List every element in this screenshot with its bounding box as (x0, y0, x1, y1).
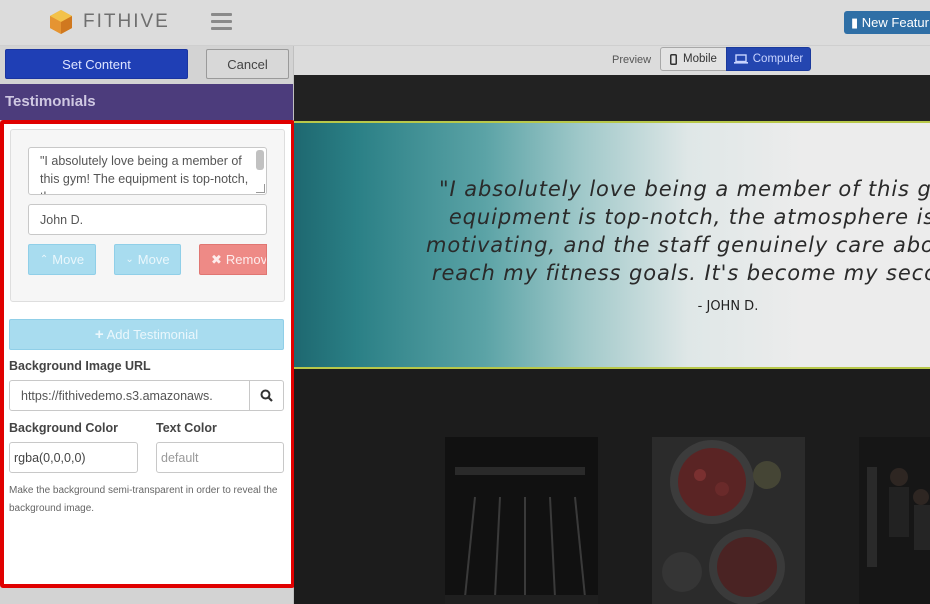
testimonial-name-input[interactable]: John D. (28, 204, 267, 235)
background-color-label: Background Color (9, 421, 119, 435)
testimonial-quote: "I absolutely love being a member of thi… (412, 175, 930, 287)
remove-button[interactable]: ✖ Remov (199, 244, 267, 275)
resize-handle[interactable] (256, 184, 265, 193)
hexagon-logo-icon (50, 10, 72, 34)
testimonial-text-area[interactable]: "I absolutely love being a member of thi… (28, 147, 267, 195)
text-color-input[interactable]: default (156, 442, 284, 473)
move-up-label: Move (52, 252, 85, 267)
quote-line: equipment is top-notch, the atmosphere i… (448, 205, 930, 229)
menu-icon[interactable] (211, 13, 232, 30)
testimonial-item: "I absolutely love being a member of thi… (10, 129, 285, 302)
text-color-label: Text Color (156, 421, 217, 435)
site-header (294, 75, 930, 121)
background-color-input[interactable]: rgba(0,0,0,0) (9, 442, 138, 473)
site-preview: "I absolutely love being a member of thi… (294, 75, 930, 604)
testimonial-text: "I absolutely love being a member of thi… (40, 154, 249, 194)
new-feature-button[interactable]: ▮ New Featur (844, 11, 930, 34)
remove-label: Remov (225, 252, 267, 267)
mobile-label: Mobile (683, 53, 717, 65)
cancel-button[interactable]: Cancel (206, 49, 289, 79)
move-down-label: Move (137, 252, 170, 267)
preview-label: Preview (612, 54, 652, 66)
textarea-scrollbar[interactable] (256, 150, 264, 170)
set-content-button[interactable]: Set Content (5, 49, 188, 79)
preview-toolbar: Preview Mobile Computer (294, 46, 930, 75)
add-testimonial-button[interactable]: + Add Testimonial (9, 319, 284, 350)
brand-logo[interactable]: FITHIVE (48, 9, 170, 35)
computer-preview-button[interactable]: Computer (726, 47, 811, 71)
healthy-food-photo (652, 437, 805, 604)
bookmark-icon: ▮ (851, 15, 859, 30)
mobile-phone-icon (670, 53, 678, 65)
top-bar: FITHIVE ▮ New Featur (0, 0, 930, 46)
background-image-label: Background Image URL (9, 359, 151, 373)
mobile-preview-button[interactable]: Mobile (660, 47, 727, 71)
gym-equipment-photo (445, 437, 598, 604)
brand-name: FITHIVE (83, 11, 170, 32)
computer-label: Computer (752, 53, 804, 65)
group-training-photo (859, 437, 930, 604)
testimonial-author: - JOHN D. (697, 299, 759, 314)
editor-sidebar: Set Content Cancel Testimonials "I absol… (0, 46, 295, 604)
quote-line: motivating, and the staff genuinely care… (425, 233, 930, 257)
new-feature-label: New Featur (861, 15, 929, 30)
background-image-url-input[interactable]: https://fithivedemo.s3.amazonaws. (9, 380, 250, 411)
testimonial-hero[interactable]: "I absolutely love being a member of thi… (294, 121, 930, 369)
quote-line: reach my fitness goals. It's become my s… (431, 261, 930, 285)
move-down-button[interactable]: ⌄ Move (114, 244, 181, 275)
add-testimonial-label: Add Testimonial (106, 327, 199, 342)
laptop-icon (733, 54, 748, 64)
chevron-down-icon: ⌄ (125, 254, 134, 265)
move-up-button[interactable]: ⌃ Move (28, 244, 96, 275)
quote-line: "I absolutely love being a member of thi… (438, 177, 930, 201)
close-icon: ✖ (211, 251, 222, 267)
search-icon (260, 389, 273, 402)
testimonials-editor-panel: "I absolutely love being a member of thi… (0, 120, 295, 588)
search-button[interactable] (249, 380, 284, 411)
section-title: Testimonials (0, 84, 293, 120)
background-hint: Make the background semi-transparent in … (9, 485, 278, 514)
chevron-up-icon: ⌃ (39, 254, 49, 265)
plus-icon: + (94, 326, 104, 343)
